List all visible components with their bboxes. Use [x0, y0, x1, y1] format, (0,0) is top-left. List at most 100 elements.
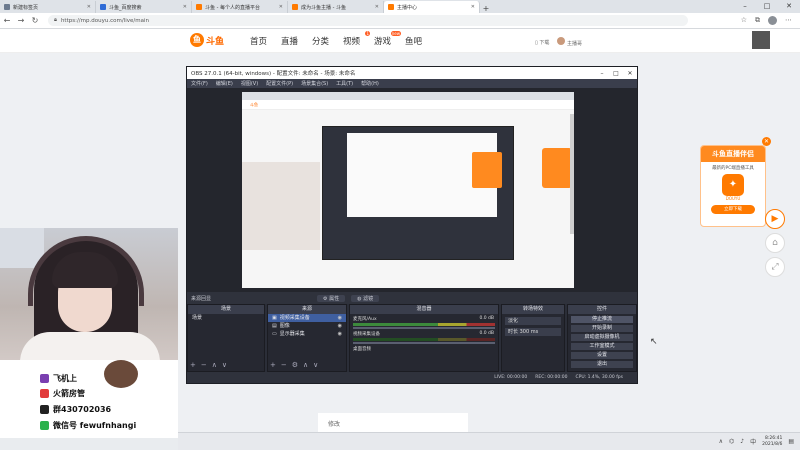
volume-fader[interactable] — [353, 327, 495, 329]
browser-tab-douyu-anchor[interactable]: 成为斗鱼主播 - 斗鱼 ✕ — [288, 1, 384, 13]
add-icon[interactable]: + — [270, 361, 276, 369]
eye-icon[interactable]: ◉ — [338, 314, 342, 322]
virtual-camera-button[interactable]: 启动虚拟摄像机 — [571, 334, 633, 341]
remove-icon[interactable]: − — [201, 361, 207, 369]
forward-icon[interactable]: → — [14, 16, 28, 25]
add-icon[interactable]: + — [190, 361, 196, 369]
captured-site-header: 斗鱼 — [242, 100, 574, 110]
down-icon[interactable]: ∨ — [313, 361, 318, 369]
douyu-logo-icon: 鱼 — [190, 33, 204, 47]
browser-tab-douyu-home[interactable]: 斗鱼 - 每个人的直播平台 ✕ — [192, 1, 288, 13]
browser-tab-baidu[interactable]: 斗鱼_百度搜索 ✕ — [96, 1, 192, 13]
menu-file[interactable]: 文件(F) — [191, 80, 208, 87]
more-icon[interactable]: ⋯ — [785, 16, 792, 25]
source-item[interactable]: ▣ 视频采集设备 ◉ — [268, 314, 346, 322]
nav-live[interactable]: 直播 — [281, 35, 312, 47]
captured-ad — [542, 148, 572, 188]
collections-icon[interactable]: ⧉ — [755, 16, 760, 25]
browser-tab-anchor-center[interactable]: 主播中心 ✕ — [384, 1, 480, 13]
close-icon[interactable]: ✕ — [375, 4, 379, 10]
exit-button[interactable]: 退出 — [571, 361, 633, 368]
ad-download-button[interactable]: 立即下载 — [711, 205, 755, 214]
menu-view[interactable]: 视图(V) — [241, 80, 258, 87]
expand-icon[interactable]: ⤢ — [765, 257, 785, 277]
studio-mode-button[interactable]: 工作室模式 — [571, 343, 633, 350]
filter-icon: ◍ — [357, 295, 362, 302]
remove-icon[interactable]: − — [281, 361, 287, 369]
browser-tab-new[interactable]: 新建标签页 ✕ — [0, 1, 96, 13]
notification-icon[interactable]: ▤ — [788, 438, 794, 445]
nav-home[interactable]: 首页 — [250, 35, 281, 47]
properties-button[interactable]: ⚙ 属性 — [317, 294, 346, 302]
nav-category[interactable]: 分类 — [312, 35, 343, 47]
properties-label: 属性 — [329, 295, 340, 302]
close-icon[interactable]: ✕ — [778, 0, 800, 13]
minimize-icon[interactable]: – — [595, 70, 609, 77]
nav-yuba[interactable]: 鱼吧 — [405, 35, 436, 47]
close-icon[interactable]: ✕ — [762, 137, 771, 146]
douyu-companion-ad[interactable]: 斗鱼直播伴侣 最新的PC端直播工具 ✦ DOUYU 立即下载 — [700, 145, 766, 227]
up-icon[interactable]: ∧ — [212, 361, 217, 369]
user-menu[interactable]: 主播哥 — [557, 37, 582, 47]
play-icon[interactable]: ▶ — [765, 209, 785, 229]
source-item[interactable]: ▭ 显示器采集 ◉ — [268, 330, 346, 338]
taskbar-clock[interactable]: 8:26:41 2021/8/6 — [762, 436, 782, 448]
info-row-qq: 群430702036 — [40, 404, 111, 415]
info-row-wechat: 微信号 fewufnhangi — [40, 420, 136, 431]
obs-preview[interactable]: 斗鱼 — [187, 88, 637, 292]
close-icon[interactable]: ✕ — [279, 4, 283, 10]
eye-icon[interactable]: ◉ — [338, 322, 342, 330]
new-tab-button[interactable]: + — [480, 4, 492, 13]
sources-dock: 来源 ▣ 视频采集设备 ◉ ▤ 图像 ◉ ▭ 显示器采集 ◉ + − ⚙ ∧ ∨ — [267, 304, 347, 372]
menu-scene-collection[interactable]: 场景集合(S) — [301, 80, 328, 87]
nav-video[interactable]: 视频 1 — [343, 31, 374, 47]
nav-game[interactable]: 游戏 new — [374, 31, 405, 47]
menu-help[interactable]: 帮助(H) — [361, 80, 379, 87]
start-recording-button[interactable]: 开始录制 — [571, 325, 633, 332]
browser-tab-strip: 新建标签页 ✕ 斗鱼_百度搜索 ✕ 斗鱼 - 每个人的直播平台 ✕ 成为斗鱼主播 - … — [0, 0, 800, 13]
volume-icon[interactable]: ♪ — [740, 438, 744, 445]
douyu-logo[interactable]: 鱼 斗鱼 — [190, 33, 224, 47]
mixer-dock: 混音器 麦克风/Aux 0.0 dB 视频采集设备 0.0 dB 桌面音频 — [349, 304, 499, 372]
close-icon[interactable]: ✕ — [87, 4, 91, 10]
menu-profile[interactable]: 配置文件(P) — [266, 80, 293, 87]
up-icon[interactable]: ∧ — [303, 361, 308, 369]
scene-item[interactable]: 场景 — [188, 314, 264, 322]
gear-icon[interactable]: ⚙ — [292, 361, 298, 369]
address-bar[interactable]: 🔒︎ https://mp.douyu.com/live/main — [48, 15, 688, 26]
ime-icon[interactable]: 中 — [750, 437, 756, 446]
stop-stream-button[interactable]: 停止推流 — [571, 316, 633, 323]
transition-select[interactable]: 淡化 — [505, 317, 561, 325]
source-item[interactable]: ▤ 图像 ◉ — [268, 322, 346, 330]
home-icon[interactable]: ⌂ — [765, 233, 785, 253]
back-icon[interactable]: ← — [0, 16, 14, 25]
eye-icon[interactable]: ◉ — [338, 330, 342, 338]
maximize-icon[interactable]: □ — [756, 0, 778, 13]
download-link[interactable]: ▯ 下载 — [535, 39, 549, 46]
mouse-cursor-icon: ↖ — [650, 337, 658, 347]
close-icon[interactable]: ✕ — [623, 70, 637, 77]
volume-fader[interactable] — [353, 342, 495, 344]
down-icon[interactable]: ∨ — [222, 361, 227, 369]
transitions-dock: 转场特效 淡化 时长 300 ms — [501, 304, 565, 372]
favorites-icon[interactable]: ☆ — [741, 16, 747, 25]
profile-icon[interactable] — [768, 16, 777, 25]
menu-tools[interactable]: 工具(T) — [336, 80, 353, 87]
user-thumbnail[interactable] — [752, 31, 770, 49]
sources-title: 来源 — [268, 305, 346, 314]
close-icon[interactable]: ✕ — [471, 4, 475, 10]
close-icon[interactable]: ✕ — [183, 4, 187, 10]
card-text[interactable]: 修改 — [328, 419, 340, 428]
channel-name: 麦克风/Aux — [353, 317, 377, 322]
filters-button[interactable]: ◍ 滤镜 — [351, 294, 380, 302]
settings-button[interactable]: 设置 — [571, 352, 633, 359]
tray-chevron-icon[interactable]: ∧ — [719, 438, 723, 445]
duration-field[interactable]: 时长 300 ms — [505, 328, 561, 336]
menu-edit[interactable]: 编辑(E) — [216, 80, 233, 87]
maximize-icon[interactable]: □ — [609, 70, 623, 77]
reload-icon[interactable]: ↻ — [28, 16, 42, 25]
user-name: 主播哥 — [566, 41, 582, 47]
minimize-icon[interactable]: – — [734, 0, 756, 13]
network-icon[interactable]: ⌬ — [729, 438, 734, 445]
screen-root: 新建标签页 ✕ 斗鱼_百度搜索 ✕ 斗鱼 - 每个人的直播平台 ✕ 成为斗鱼主播 - … — [0, 0, 800, 450]
